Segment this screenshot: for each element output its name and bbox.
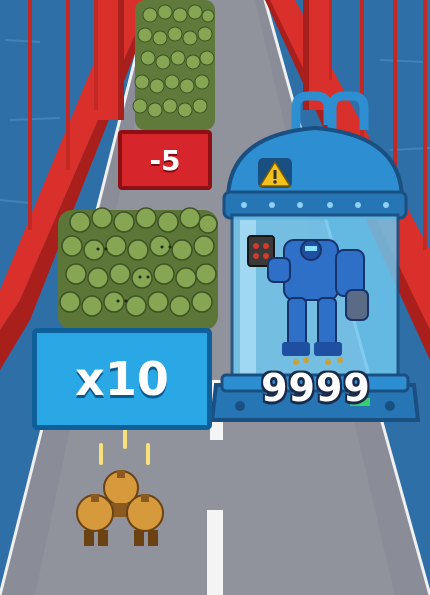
zombie-horde-near <box>58 207 218 330</box>
zombie-horde-far <box>132 0 215 130</box>
warning-icon <box>258 158 292 188</box>
multiply-gate: x10 <box>32 328 212 430</box>
boss-health-counter: 9999 <box>261 366 371 410</box>
multiply-gate-label: x10 <box>75 352 169 406</box>
minus-gate-label: -5 <box>149 143 181 177</box>
game-scene <box>0 0 430 595</box>
minus-gate: -5 <box>118 130 212 190</box>
